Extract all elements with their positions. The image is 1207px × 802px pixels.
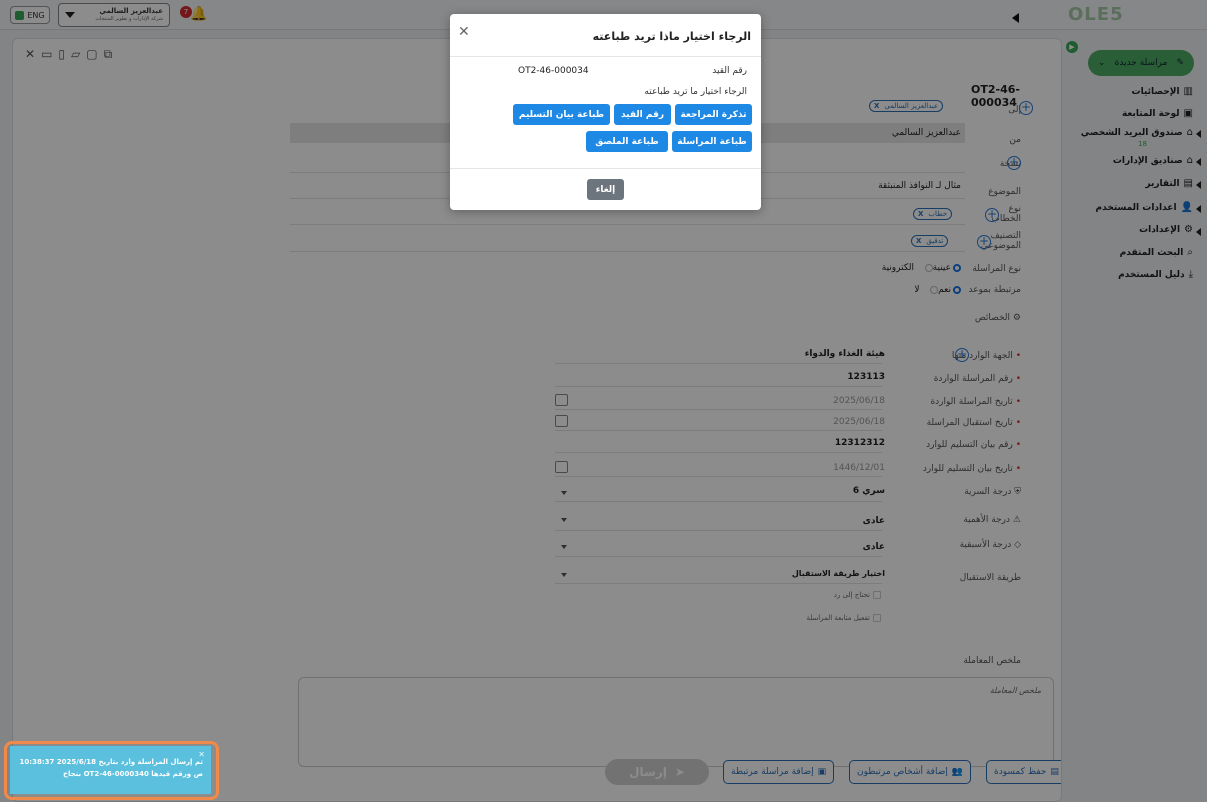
print-entry-number-button[interactable]: رقم القيد xyxy=(614,104,671,125)
close-icon[interactable]: ✕ xyxy=(458,24,470,40)
print-label-button[interactable]: طباعة الملصق xyxy=(586,131,668,152)
entry-number-label: رقم القيد xyxy=(712,66,747,76)
close-icon[interactable]: ✕ xyxy=(198,749,205,761)
print-dialog: ✕ الرجاء اختيار ماذا تريد طباعته رقم الق… xyxy=(450,14,761,210)
success-toast: ✕ تم إرسال المراسلة وارد بتاريخ 2025/6/1… xyxy=(10,746,211,794)
toast-line-2: بنجاح OT2-46-000034ص ورقم قيدها 0 xyxy=(62,770,203,778)
print-review-ticket-button[interactable]: تذكرة المراجعة xyxy=(675,104,752,125)
cancel-button[interactable]: إلغاء xyxy=(587,179,624,200)
divider xyxy=(450,56,761,57)
print-delivery-statement-button[interactable]: طباعة بيان التسليم xyxy=(513,104,610,125)
entry-number-value: OT2-46-000034 xyxy=(518,66,589,76)
dialog-title: الرجاء اختيار ماذا تريد طباعته xyxy=(592,30,751,43)
divider xyxy=(450,168,761,169)
toast-line-1: تم إرسال المراسلة وارد بتاريخ 2025/6/18 … xyxy=(19,758,203,766)
print-mail-button[interactable]: طباعة المراسلة xyxy=(672,131,752,152)
dialog-prompt: الرجاء اختيار ما تريد طباعته xyxy=(644,87,747,97)
